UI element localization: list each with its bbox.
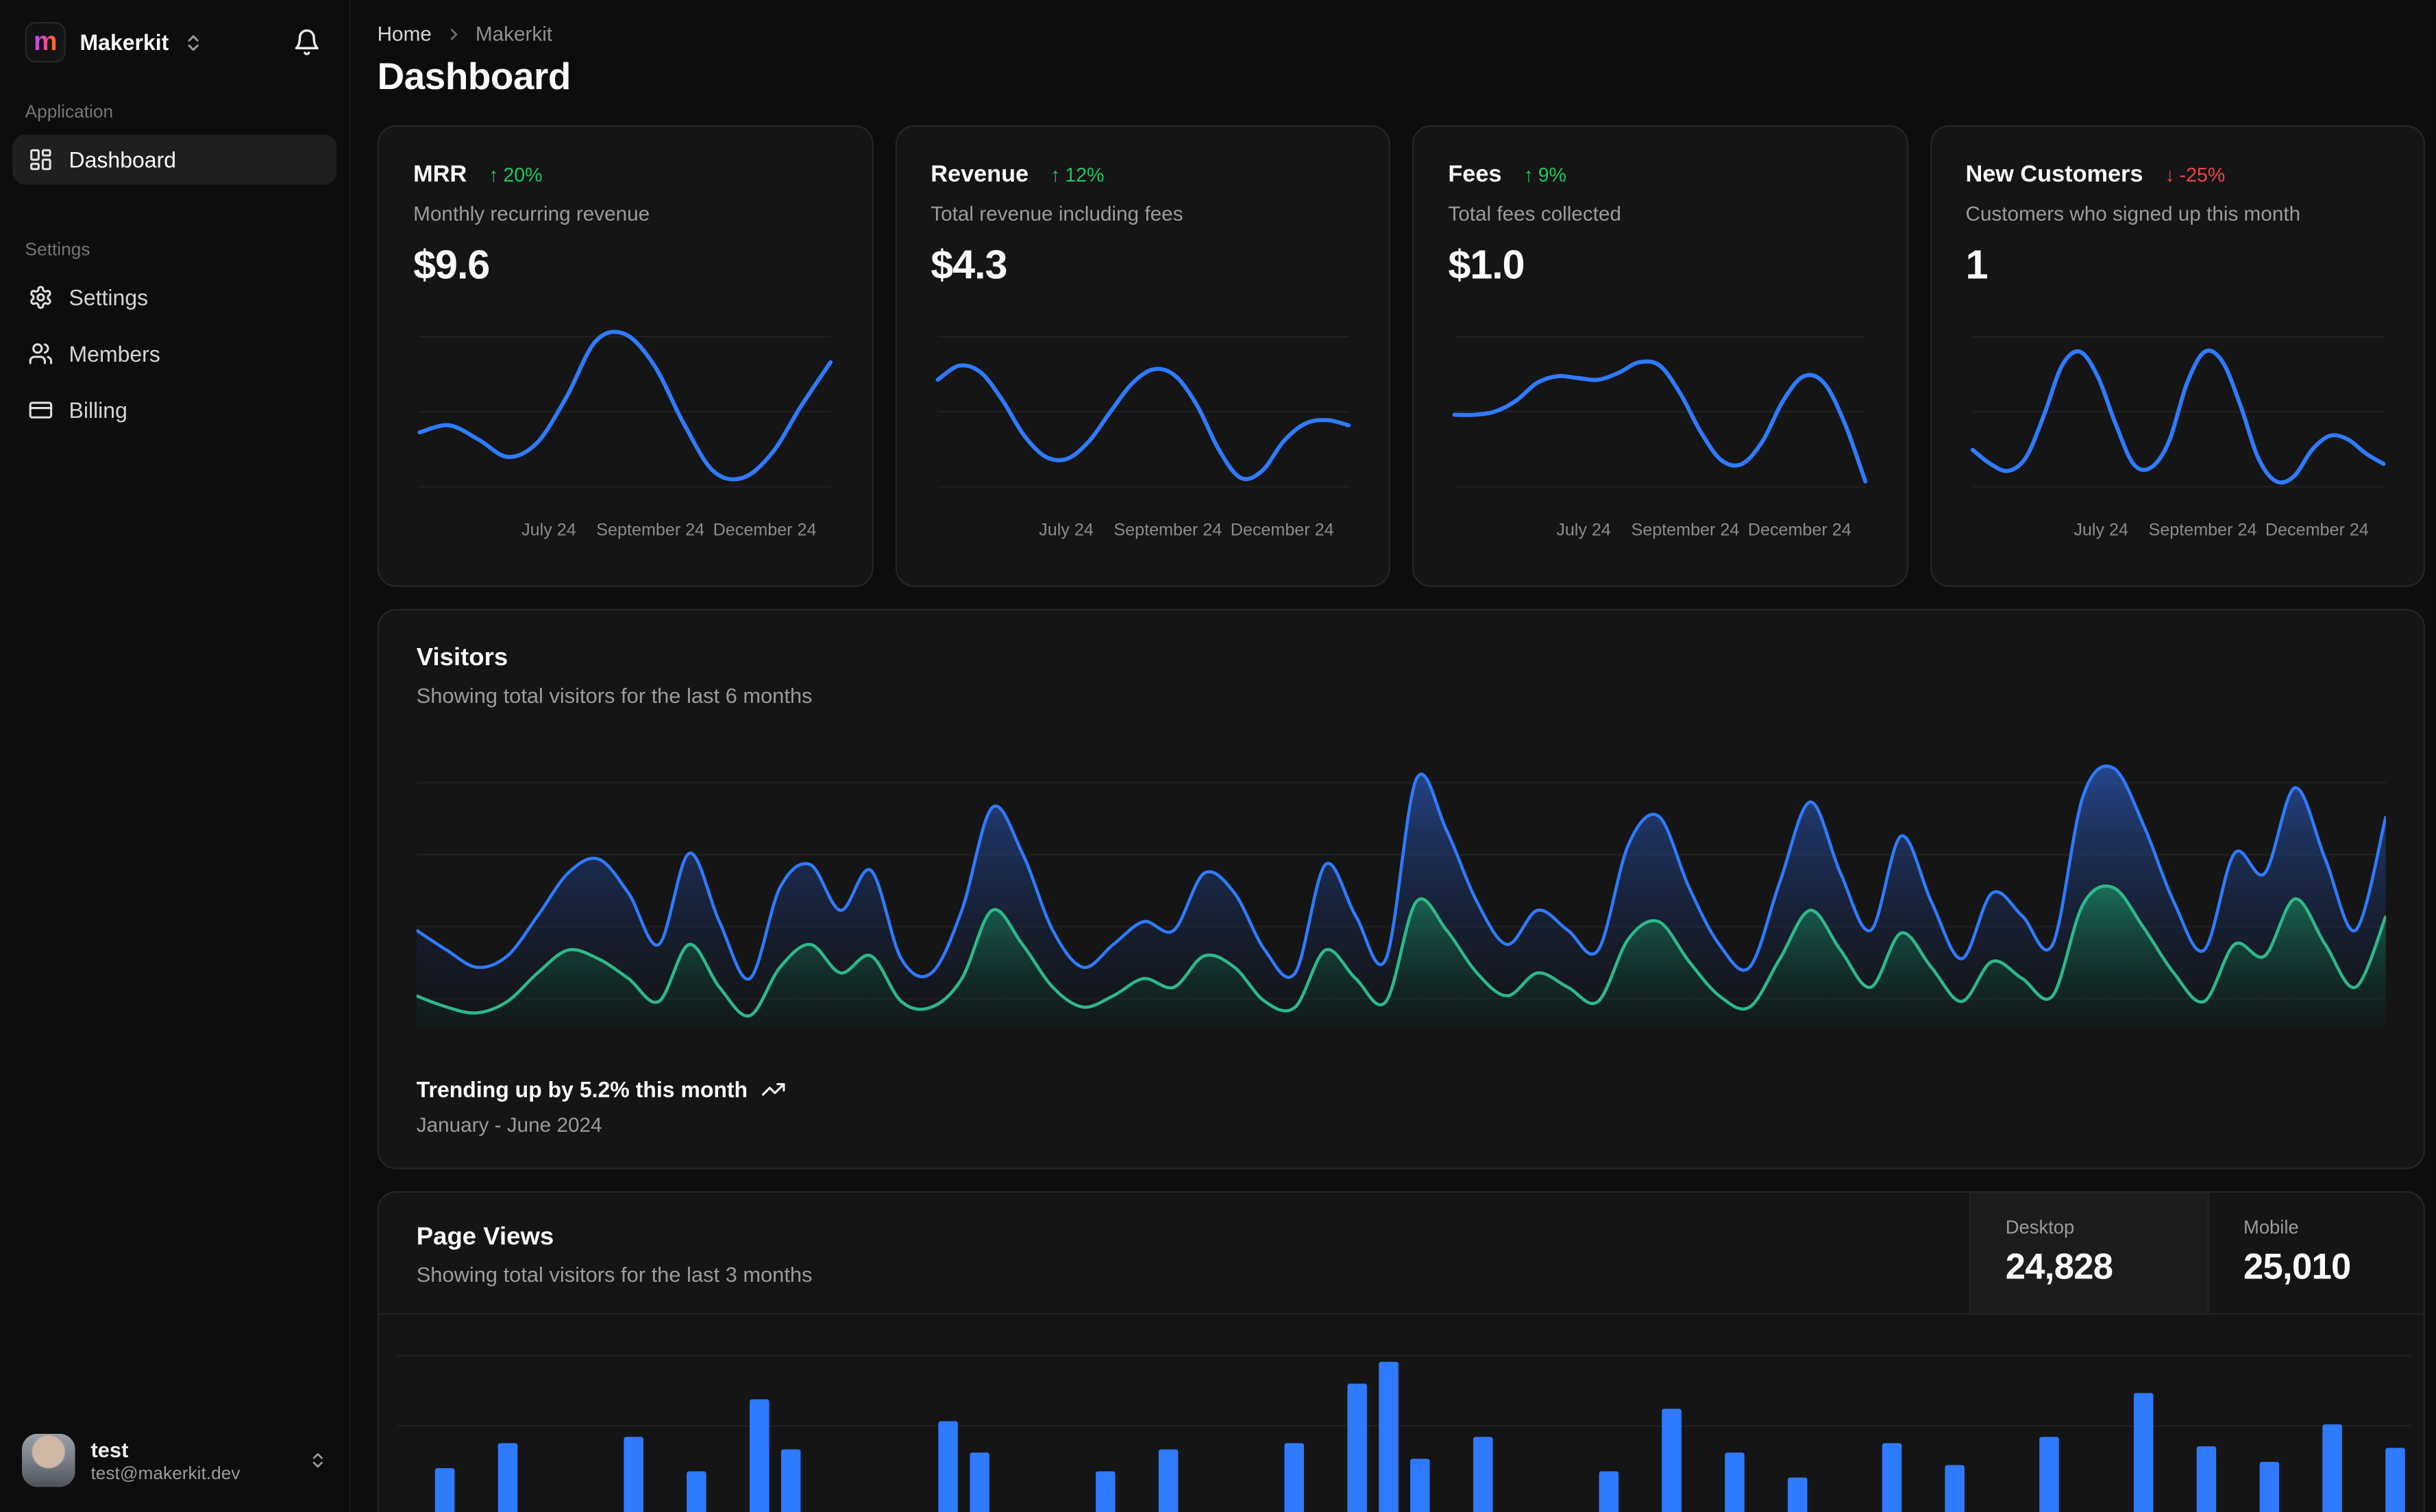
- visitors-card: Visitors Showing total visitors for the …: [377, 608, 2426, 1169]
- mobile-total: 25,010: [2243, 1245, 2351, 1287]
- x-axis-labels: July 24 September 24 December 24: [521, 521, 817, 541]
- stat-value: $9.6: [413, 240, 490, 288]
- sidebar-item-billing[interactable]: Billing: [12, 385, 336, 435]
- trend-arrow-icon: ↓: [2165, 163, 2175, 186]
- breadcrumb-home-link[interactable]: Home: [378, 22, 432, 45]
- stat-subtitle: Monthly recurring revenue: [413, 201, 650, 225]
- user-menu[interactable]: test test@makerkit.dev: [0, 1415, 349, 1512]
- fees-line-chart: [1448, 336, 1871, 488]
- logo-letter: m: [33, 25, 58, 56]
- page-views-card: Page Views Showing total visitors for th…: [377, 1191, 2426, 1512]
- notifications-button[interactable]: [290, 25, 324, 60]
- sidebar-item-label: Settings: [69, 284, 149, 310]
- sidebar-item-members[interactable]: Members: [12, 329, 336, 379]
- sidebar-nav: Application Dashboard Settings Settings: [0, 78, 349, 1415]
- sidebar-header: m Makerkit: [0, 0, 349, 78]
- x-axis-labels: July 24 September 24 December 24: [2074, 521, 2369, 541]
- stat-subtitle: Customers who signed up this month: [1965, 201, 2301, 225]
- stat-card-fees: Fees ↑ 9% Total fees collected $1.0 July …: [1412, 125, 1908, 587]
- stat-value: $4.3: [931, 240, 1007, 288]
- breadcrumb-current: Makerkit: [475, 21, 553, 46]
- trend-badge: ↓ -25%: [2165, 163, 2226, 186]
- breadcrumb: Home Makerkit: [378, 22, 2425, 45]
- page-title: Dashboard: [377, 56, 571, 99]
- dashboard-icon: [28, 147, 53, 173]
- trend-badge: ↑ 20%: [489, 163, 543, 186]
- revenue-line-chart: [931, 336, 1354, 488]
- x-axis-labels: July 24 September 24 December 24: [1039, 521, 1334, 541]
- stat-card-new-customers: New Customers ↓ -25% Customers who signed…: [1929, 125, 2426, 587]
- visitors-subtitle: Showing total visitors for the last 6 mo…: [416, 684, 813, 708]
- users-icon: [28, 341, 53, 367]
- nav-section-label-settings: Settings: [25, 240, 90, 260]
- stat-title: Fees: [1448, 161, 1502, 188]
- stat-cards-row: MRR ↑ 20% Monthly recurring revenue $9.6 …: [377, 125, 2426, 587]
- stat-title: Revenue: [931, 161, 1029, 188]
- trend-arrow-icon: ↑: [1050, 163, 1061, 186]
- chevrons-up-down-icon: [183, 32, 204, 53]
- x-axis-labels: July 24 September 24 December 24: [1556, 521, 1851, 541]
- sidebar: m Makerkit Application Dashboard Setting…: [0, 0, 351, 1512]
- visitors-area-chart: [416, 732, 2386, 1030]
- sidebar-item-dashboard[interactable]: Dashboard: [12, 134, 337, 185]
- desktop-total: 24,828: [2005, 1245, 2113, 1287]
- visitors-date-range: January - June 2024: [416, 1113, 602, 1137]
- nav-section-label-application: Application: [25, 103, 114, 123]
- stat-value: $1.0: [1448, 240, 1525, 288]
- stat-card-mrr: MRR ↑ 20% Monthly recurring revenue $9.6 …: [377, 125, 873, 587]
- trend-arrow-icon: ↑: [1523, 163, 1534, 186]
- trending-up-icon: [760, 1077, 785, 1102]
- gear-icon: [28, 285, 53, 310]
- page-views-subtitle: Showing total visitors for the last 3 mo…: [416, 1263, 813, 1287]
- trend-arrow-icon: ↑: [489, 163, 499, 186]
- visitors-title: Visitors: [416, 645, 508, 672]
- chevron-right-icon: [444, 24, 463, 42]
- sidebar-item-label: Dashboard: [69, 147, 177, 173]
- stat-value: 1: [1965, 240, 1988, 288]
- visitors-trend-text: Trending up by 5.2% this month: [416, 1076, 748, 1102]
- chevrons-up-down-icon: [308, 1451, 327, 1470]
- toggle-mobile[interactable]: Mobile 25,010: [2207, 1192, 2423, 1313]
- workspace-name: Makerkit: [79, 29, 169, 55]
- toggle-desktop[interactable]: Desktop 24,828: [1969, 1192, 2208, 1313]
- sidebar-item-label: Members: [69, 341, 160, 367]
- stat-title: MRR: [413, 161, 467, 188]
- page-views-title: Page Views: [416, 1224, 554, 1251]
- sidebar-item-label: Billing: [69, 397, 127, 423]
- visitors-footer: Trending up by 5.2% this month January -…: [417, 1077, 2386, 1137]
- workspace-switcher[interactable]: m Makerkit: [25, 21, 204, 63]
- user-name: test: [90, 1437, 129, 1461]
- stat-subtitle: Total revenue including fees: [931, 201, 1183, 225]
- stat-title: New Customers: [1965, 161, 2143, 188]
- user-email: test@makerkit.dev: [90, 1464, 241, 1483]
- mrr-line-chart: [413, 308, 837, 488]
- stat-subtitle: Total fees collected: [1448, 201, 1621, 225]
- sidebar-item-settings[interactable]: Settings: [12, 273, 336, 323]
- makerkit-logo: m: [25, 21, 66, 63]
- stat-card-revenue: Revenue ↑ 12% Total revenue including fee…: [894, 125, 1390, 587]
- main-content: Home Makerkit Dashboard MRR ↑ 20% Monthly…: [351, 0, 2436, 1512]
- trend-badge: ↑ 9%: [1523, 163, 1566, 186]
- page-views-bar-chart: [397, 1354, 2411, 1512]
- app-window: m Makerkit Application Dashboard Setting…: [0, 0, 2436, 1512]
- page-views-header: Page Views Showing total visitors for th…: [378, 1192, 2424, 1315]
- new-customers-line-chart: [1965, 336, 2389, 488]
- avatar: [21, 1433, 75, 1487]
- credit-card-icon: [28, 397, 53, 423]
- bell-icon: [293, 28, 321, 56]
- trend-badge: ↑ 12%: [1050, 163, 1105, 186]
